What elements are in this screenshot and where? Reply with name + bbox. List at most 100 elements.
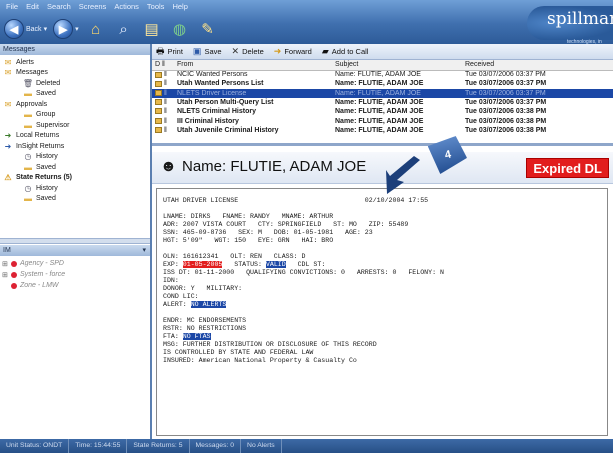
attachment-icon: ǁ bbox=[164, 99, 167, 107]
panel-splitter[interactable] bbox=[0, 238, 150, 244]
messages-tree: ✉ Alerts ✉ Messages 🗑 Deleted ▬ Saved ✉ Approvals… bbox=[0, 55, 150, 204]
folder-icon: ▬ bbox=[24, 162, 32, 172]
cell-received: Tue 03/07/2006 03:37 PM bbox=[465, 71, 546, 79]
history-icon: ◷ bbox=[24, 152, 32, 162]
fta-highlight: NO FTAS bbox=[182, 333, 211, 340]
status-messages[interactable]: Messages: 0 bbox=[190, 439, 242, 453]
detail-name: Name: FLUTIE, ADAM JOE bbox=[182, 158, 367, 175]
record-line: IS CONTROLLED BY STATE AND FEDERAL LAW bbox=[163, 349, 314, 356]
globe-icon[interactable]: ◍ bbox=[169, 18, 191, 40]
im-item-zone[interactable]: Zone - LMW bbox=[2, 280, 65, 291]
menu-help[interactable]: Help bbox=[168, 1, 191, 12]
notes-icon[interactable]: ▤ bbox=[141, 18, 163, 40]
tree-item-saved[interactable]: ▬ Saved bbox=[2, 194, 150, 205]
tree-item-alerts[interactable]: ✉ Alerts bbox=[2, 57, 150, 68]
envelope-icon bbox=[155, 127, 162, 134]
menu-search[interactable]: Search bbox=[43, 1, 75, 12]
envelope-icon bbox=[155, 117, 162, 124]
car-icon: ▰ bbox=[321, 46, 329, 56]
tree-item-label: InSight Returns bbox=[16, 142, 65, 150]
tree-item-history[interactable]: ◷ History bbox=[2, 183, 150, 194]
menu-tools[interactable]: Tools bbox=[143, 1, 169, 12]
tree-item-state-returns-5[interactable]: ⚠ State Returns (5) bbox=[2, 173, 150, 184]
column-header-d[interactable]: D ǁ bbox=[152, 60, 174, 71]
table-row[interactable]: ǁ NLETS Driver License Name: FLUTIE, ADAM … bbox=[152, 88, 613, 98]
table-header: D ǁ From Subject Received bbox=[152, 60, 613, 71]
forward-button[interactable]: ▶ ▾ bbox=[53, 18, 79, 40]
im-item-system[interactable]: ⊞ System - force bbox=[2, 269, 65, 280]
record-line: FTA: NO FTAS bbox=[163, 333, 211, 340]
insight-returns-icon: ➜ bbox=[4, 141, 12, 151]
attachment-icon: ǁ bbox=[164, 108, 167, 116]
column-header-received[interactable]: Received bbox=[462, 60, 613, 71]
record-line: SSN: 465-09-8736 SEX: M DOB: 01-05-1981 … bbox=[163, 229, 373, 236]
tree-item-history[interactable]: ◷ History bbox=[2, 152, 150, 163]
tree-item-messages[interactable]: ✉ Messages bbox=[2, 68, 150, 79]
expired-dl-badge: Expired DL bbox=[526, 158, 609, 178]
record-line: ENDR: MC ENDORSEMENTS bbox=[163, 317, 247, 324]
table-row[interactable]: ǁ Utah Wanted Persons List Name: FLUTIE, A… bbox=[152, 79, 613, 88]
tree-item-insight-returns[interactable]: ➜ InSight Returns bbox=[2, 141, 150, 152]
forward-arrow-icon: ▶ bbox=[53, 19, 74, 39]
delete-button[interactable]: ✕ Delete bbox=[232, 46, 264, 57]
tree-item-label: Deleted bbox=[36, 79, 61, 87]
home-icon[interactable]: ⌂ bbox=[85, 18, 107, 40]
cell-received: Tue 03/07/2006 03:38 PM bbox=[465, 117, 547, 125]
record-line: ADR: 2007 VISTA COURT CTY: SPRINGFIELD S… bbox=[163, 221, 409, 228]
table-row[interactable]: ǁ NCIC Wanted Persons Name: FLUTIE, ADAM J… bbox=[152, 70, 613, 79]
tree-item-supervisor[interactable]: ▬ Supervisor bbox=[2, 120, 150, 131]
tree-item-deleted[interactable]: 🗑 Deleted bbox=[2, 78, 150, 89]
cell-from: Utah Juvenile Criminal History bbox=[177, 126, 279, 134]
logo-text: spillman bbox=[547, 9, 613, 29]
local-returns-icon: ➜ bbox=[4, 131, 12, 141]
folder-icon: ▬ bbox=[24, 194, 32, 204]
tree-item-group[interactable]: ▬ Group bbox=[2, 110, 150, 121]
print-button[interactable]: 🖶 Print bbox=[156, 44, 183, 60]
chevron-down-icon: ▾ bbox=[75, 26, 79, 33]
im-item-agency[interactable]: ⊞ Agency - SPD bbox=[2, 258, 65, 269]
tree-item-local-returns[interactable]: ➜ Local Returns bbox=[2, 131, 150, 142]
search-icon[interactable]: ⌕ bbox=[113, 18, 135, 40]
chevron-down-icon[interactable]: ▾ bbox=[142, 245, 146, 256]
column-header-from[interactable]: From bbox=[174, 60, 332, 71]
cell-from: NLETS Driver License bbox=[174, 88, 332, 98]
pen-icon[interactable]: ✎ bbox=[197, 18, 219, 40]
record-line bbox=[163, 245, 601, 253]
menu-actions[interactable]: Actions bbox=[110, 1, 143, 12]
attachment-icon: ǁ bbox=[164, 126, 167, 134]
person-icon: ☻ bbox=[160, 158, 177, 175]
status-state-returns[interactable]: State Returns: 5 bbox=[127, 439, 190, 453]
column-header-subject[interactable]: Subject bbox=[332, 60, 462, 71]
cell-subject: Name: FLUTIE, ADAM JOE bbox=[332, 88, 462, 98]
envelope-icon bbox=[155, 99, 162, 106]
title-toolbar-area: File Edit Search Screens Actions Tools H… bbox=[0, 0, 613, 45]
message-list: D ǁ From Subject Received ǁ NCIC Wanted P… bbox=[152, 60, 613, 146]
folder-icon: ▬ bbox=[24, 120, 32, 130]
cell-subject: Name: FLUTIE, ADAM JOE bbox=[335, 99, 424, 107]
back-label: Back bbox=[26, 25, 42, 33]
record-line: RSTR: NO RESTRICTIONS bbox=[163, 325, 247, 332]
table-row[interactable]: ǁ NLETS Criminal History Name: FLUTIE, ADA… bbox=[152, 107, 613, 116]
menu-edit[interactable]: Edit bbox=[22, 1, 43, 12]
cell-subject: Name: FLUTIE, ADAM JOE bbox=[335, 126, 424, 134]
status-alerts[interactable]: No Alerts bbox=[241, 439, 282, 453]
status-unit: Unit Status: ONDT bbox=[0, 439, 70, 453]
tree-item-saved[interactable]: ▬ Saved bbox=[2, 162, 150, 173]
status-dot-icon bbox=[11, 260, 17, 267]
tree-item-approvals[interactable]: ✉ Approvals bbox=[2, 99, 150, 110]
menu-file[interactable]: File bbox=[2, 1, 22, 12]
add-to-call-button[interactable]: ▰ Add to Call bbox=[322, 46, 369, 57]
envelope-icon bbox=[155, 89, 162, 96]
menu-screens[interactable]: Screens bbox=[75, 1, 111, 12]
envelope-icon bbox=[155, 108, 162, 115]
tree-item-saved[interactable]: ▬ Saved bbox=[2, 89, 150, 100]
back-button[interactable]: ◀ Back ▾ bbox=[4, 18, 47, 40]
save-button[interactable]: ▣ Save bbox=[193, 46, 222, 57]
table-row[interactable]: ǁ Utah Person Multi-Query List Name: FLUTI… bbox=[152, 98, 613, 107]
table-row[interactable]: ǁ III Criminal History Name: FLUTIE, ADAM … bbox=[152, 116, 613, 125]
folder-icon: ▬ bbox=[24, 110, 32, 120]
table-row[interactable]: ǁ Utah Juvenile Criminal History Name: FLU… bbox=[152, 126, 613, 135]
forward-message-button[interactable]: ➜ Forward bbox=[274, 46, 312, 57]
record-line: HGT: 5'09" WGT: 150 EYE: GRN HAI: BRO bbox=[163, 237, 334, 244]
cell-received: Tue 03/07/2006 03:37 PM bbox=[465, 99, 547, 107]
